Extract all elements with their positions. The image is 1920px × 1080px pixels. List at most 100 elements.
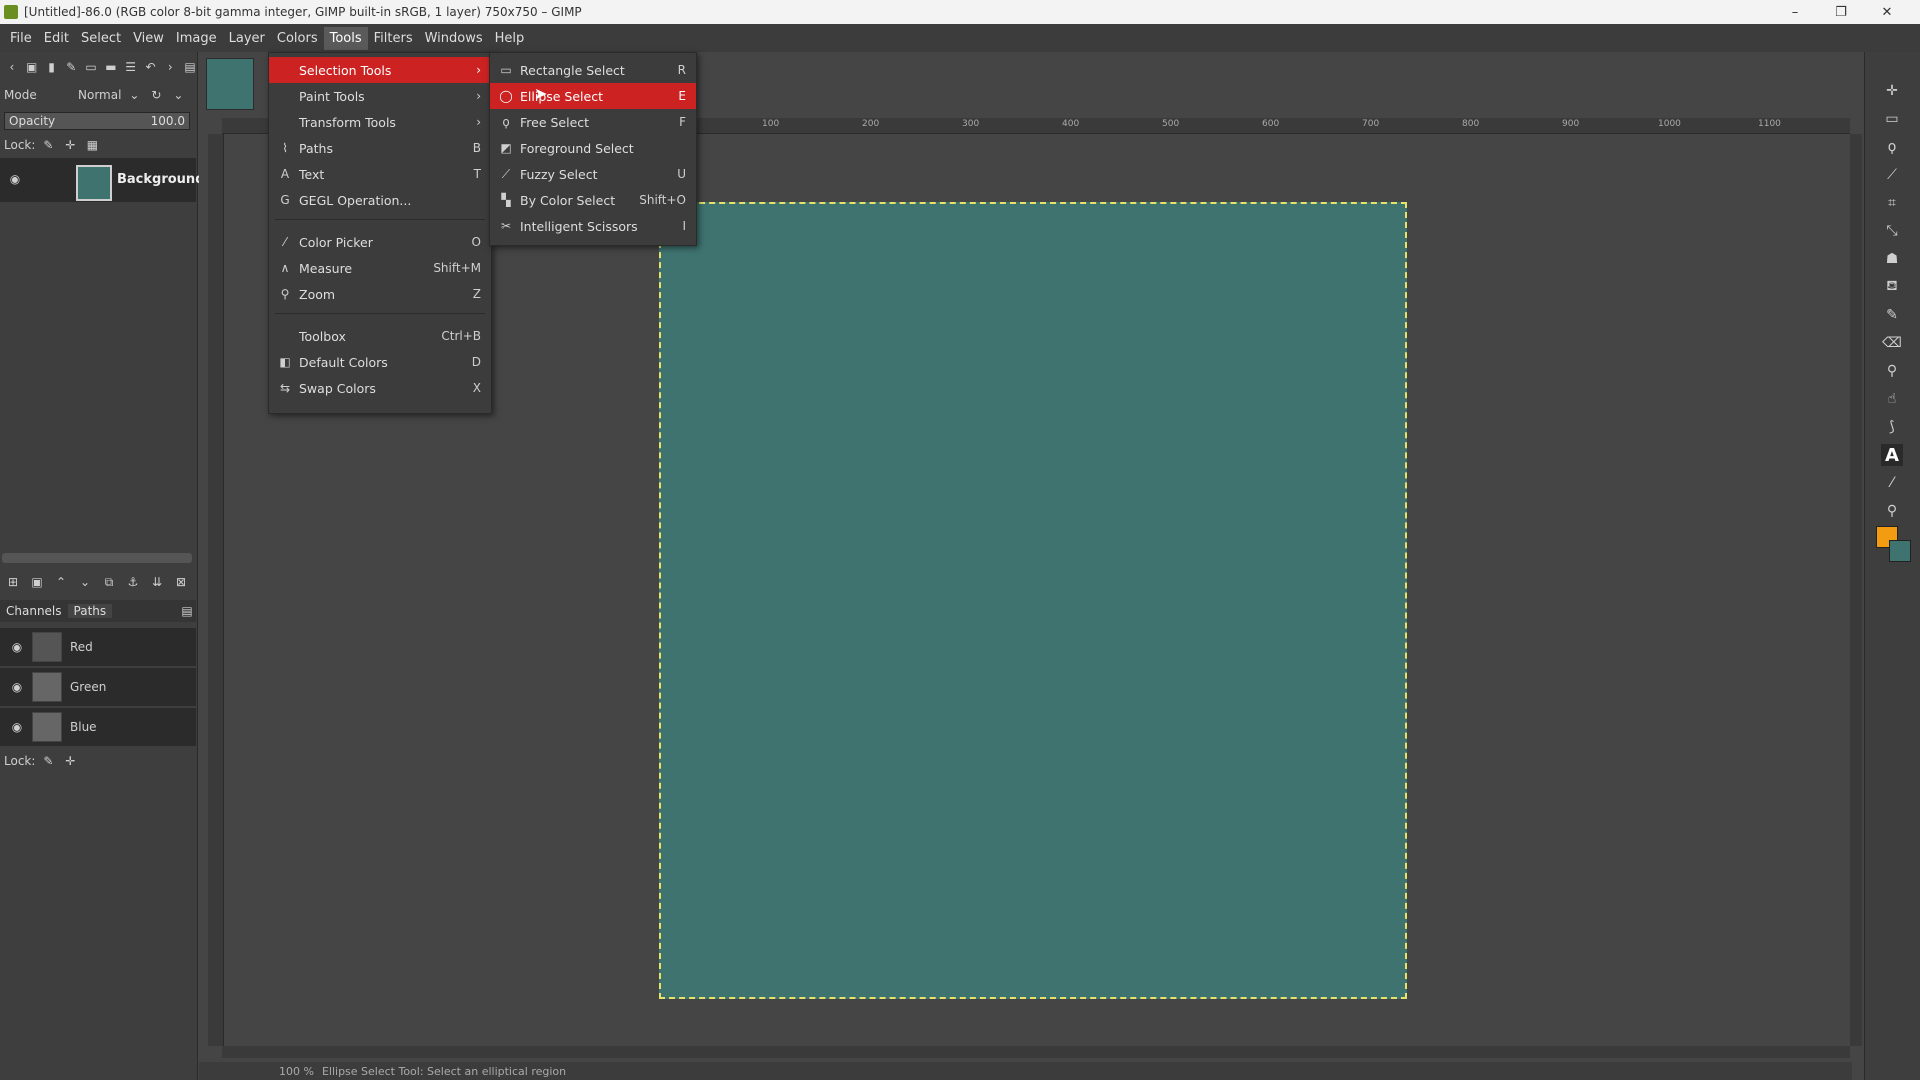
menu-item-zoom[interactable]: ⚲ Zoom Z (269, 281, 491, 307)
menu-filters[interactable]: Filters (368, 27, 419, 50)
images-tab-icon[interactable]: ▬ (103, 58, 119, 76)
layers-tab-icon[interactable]: ☰ (123, 58, 139, 76)
bucket-fill-tool-icon[interactable]: ⛾ (1881, 276, 1903, 298)
duplicate-layer-icon[interactable]: ⧉ (100, 573, 118, 591)
menu-file[interactable]: File (4, 27, 38, 50)
menu-item-selection-tools[interactable]: Selection Tools › (269, 57, 491, 83)
paintbrush-tool-icon[interactable]: ✎ (1881, 304, 1903, 326)
menu-colors[interactable]: Colors (271, 27, 324, 50)
ruler-tick: 200 (862, 119, 880, 129)
chevron-down-icon[interactable]: ⌄ (125, 86, 143, 104)
menu-edit[interactable]: Edit (38, 27, 75, 50)
channel-row-green[interactable]: ◉ Green (0, 668, 196, 706)
tool-options-tab-icon[interactable]: ▣ (24, 58, 40, 76)
menu-item-text[interactable]: A Text T (269, 161, 491, 187)
eye-icon[interactable]: ◉ (8, 718, 26, 736)
menu-item-paths[interactable]: ⌇ Paths B (269, 135, 491, 161)
ruler-tick: 500 (1162, 119, 1180, 129)
merge-layer-icon[interactable]: ⇊ (148, 573, 166, 591)
menu-item-foreground-select[interactable]: ◩ Foreground Select (490, 135, 696, 161)
menu-help[interactable]: Help (489, 27, 531, 50)
anchor-layer-icon[interactable]: ⚓ (124, 573, 142, 591)
menu-image[interactable]: Image (170, 27, 223, 50)
tab-channels[interactable]: Channels (0, 604, 68, 618)
lock-position-icon[interactable]: ✛ (61, 136, 79, 154)
text-tool-icon[interactable]: A (1881, 444, 1903, 466)
brushes-tab-icon[interactable]: ▮ (44, 58, 60, 76)
menu-item-color-picker[interactable]: ⁄ Color Picker O (269, 229, 491, 255)
layers-scrollbar[interactable] (2, 553, 192, 563)
menu-item-paint-tools[interactable]: Paint Tools › (269, 83, 491, 109)
menu-tools[interactable]: Tools (323, 26, 368, 50)
ruler-tick: 100 (762, 119, 780, 129)
layer-row[interactable]: ◉ Background (0, 158, 205, 202)
mode-reset-icon[interactable]: ↻ (147, 86, 165, 104)
menu-item-default-colors[interactable]: ◧ Default Colors D (269, 349, 491, 375)
menu-windows[interactable]: Windows (419, 27, 489, 50)
zoom-level[interactable]: 100 % (279, 1065, 314, 1078)
chevron-left-icon[interactable]: ‹ (4, 58, 20, 76)
menu-item-transform-tools[interactable]: Transform Tools › (269, 109, 491, 135)
new-layer-group-icon[interactable]: ▣ (28, 573, 46, 591)
chevron-down-icon[interactable]: ⌄ (169, 86, 187, 104)
lock-alpha-icon[interactable]: ▦ (83, 136, 101, 154)
paint-tab-icon[interactable]: ✎ (63, 58, 79, 76)
smudge-tool-icon[interactable]: ☝ (1881, 388, 1903, 410)
close-button[interactable]: ✕ (1864, 0, 1910, 24)
image-tab-thumbnail[interactable] (206, 58, 254, 110)
chevron-right-icon[interactable]: › (162, 58, 178, 76)
image-canvas[interactable] (659, 202, 1407, 999)
eye-icon[interactable]: ◉ (6, 170, 24, 188)
eye-icon[interactable]: ◉ (8, 638, 26, 656)
background-color-swatch[interactable] (1889, 540, 1911, 562)
vertical-ruler[interactable] (208, 134, 224, 1046)
channel-row-blue[interactable]: ◉ Blue (0, 708, 196, 746)
menu-item-by-color-select[interactable]: ▚ By Color Select Shift+O (490, 187, 696, 213)
new-layer-icon[interactable]: ⊞ (4, 573, 22, 591)
crop-tool-icon[interactable]: ⌗ (1881, 192, 1903, 214)
lock-pixels-icon[interactable]: ✎ (39, 136, 57, 154)
lasso-tool-icon[interactable]: ϙ (1881, 136, 1903, 158)
restore-button[interactable]: ❐ (1818, 0, 1864, 24)
menu-item-swap-colors[interactable]: ⇆ Swap Colors X (269, 375, 491, 401)
channel-row-red[interactable]: ◉ Red (0, 628, 196, 666)
minimize-button[interactable]: – (1772, 0, 1818, 24)
menu-layer[interactable]: Layer (223, 27, 271, 50)
mode-select[interactable]: Normal (78, 88, 121, 102)
menu-item-intelligent-scissors[interactable]: ✂ Intelligent Scissors I (490, 213, 696, 239)
fuzzy-select-tool-icon[interactable]: ⟋ (1881, 164, 1903, 186)
dock-menu-icon[interactable]: ▤ (178, 602, 196, 620)
lock-position-icon[interactable]: ✛ (61, 752, 79, 770)
vertical-scrollbar[interactable] (1850, 134, 1862, 1046)
undo-history-tab-icon[interactable]: ↶ (143, 58, 159, 76)
paths-tool-icon[interactable]: ⟆ (1881, 416, 1903, 438)
tab-paths[interactable]: Paths (67, 604, 113, 618)
opacity-slider[interactable]: Opacity 100.0 (4, 112, 190, 130)
dock-menu-icon[interactable]: ▤ (182, 58, 198, 76)
clone-tool-icon[interactable]: ⚲ (1881, 360, 1903, 382)
warp-tool-icon[interactable]: ☗ (1881, 248, 1903, 270)
lock-pixels-icon[interactable]: ✎ (39, 752, 57, 770)
menu-item-gegl-operation[interactable]: G GEGL Operation... (269, 187, 491, 213)
menu-item-free-select[interactable]: ϙ Free Select F (490, 109, 696, 135)
zoom-tool-icon[interactable]: ⚲ (1881, 500, 1903, 522)
transform-tool-icon[interactable]: ⤡ (1881, 220, 1903, 242)
menu-item-fuzzy-select[interactable]: ⟋ Fuzzy Select U (490, 161, 696, 187)
eraser-tool-icon[interactable]: ⌫ (1881, 332, 1903, 354)
patterns-tab-icon[interactable]: ▭ (83, 58, 99, 76)
menu-item-ellipse-select[interactable]: ◯ Ellipse Select E (490, 83, 696, 109)
menu-item-rectangle-select[interactable]: ▭ Rectangle Select R (490, 57, 696, 83)
move-tool-icon[interactable]: ✛ (1881, 80, 1903, 102)
delete-layer-icon[interactable]: ⊠ (172, 573, 190, 591)
raise-layer-icon[interactable]: ⌃ (52, 573, 70, 591)
rectangle-select-tool-icon[interactable]: ▭ (1881, 108, 1903, 130)
menu-view[interactable]: View (127, 27, 170, 50)
menu-item-measure[interactable]: ∧ Measure Shift+M (269, 255, 491, 281)
horizontal-scrollbar[interactable] (222, 1046, 1850, 1058)
menu-item-toolbox[interactable]: Toolbox Ctrl+B (269, 323, 491, 349)
eye-icon[interactable]: ◉ (8, 678, 26, 696)
color-picker-tool-icon[interactable]: ⁄ (1881, 472, 1903, 494)
lower-layer-icon[interactable]: ⌄ (76, 573, 94, 591)
channel-thumbnail (32, 632, 62, 662)
menu-select[interactable]: Select (75, 27, 127, 50)
